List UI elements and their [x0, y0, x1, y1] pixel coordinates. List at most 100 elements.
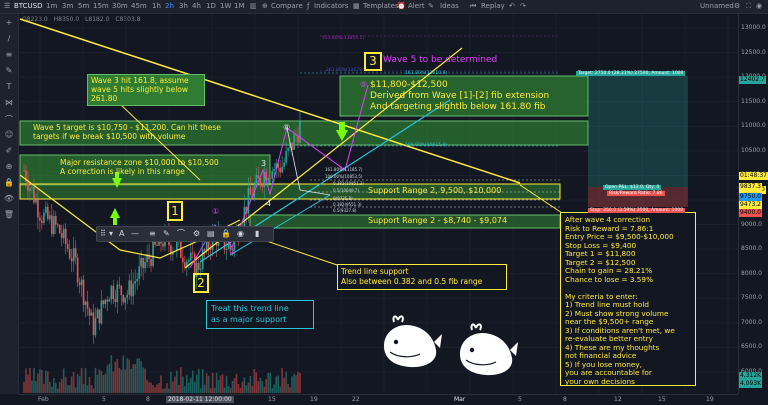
camera-icon[interactable]: ◉: [756, 1, 762, 12]
candle-body: [31, 187, 33, 188]
interval-1m[interactable]: 1m: [46, 1, 57, 12]
zoom-tool-icon[interactable]: ⊕: [3, 162, 15, 171]
eye-tool-icon[interactable]: 👁: [3, 194, 15, 203]
candle-body: [54, 216, 57, 225]
settings-icon[interactable]: ⚙: [734, 1, 740, 12]
candle-body: [243, 206, 246, 227]
interval-1mo[interactable]: 1M: [234, 1, 245, 12]
replay-button[interactable]: Replay: [481, 1, 505, 12]
volume-bar: [271, 388, 274, 393]
alert-icon[interactable]: ⏰: [397, 1, 406, 12]
visibility-icon[interactable]: ◉: [237, 228, 244, 239]
symbol-label[interactable]: BTCUSD: [14, 1, 43, 12]
interval-45m[interactable]: 45m: [131, 1, 147, 12]
pattern-tool-icon[interactable]: ⋈: [3, 98, 15, 107]
interval-15m[interactable]: 15m: [93, 1, 109, 12]
ideas-icon[interactable]: ✎: [428, 1, 434, 12]
volume-bar: [118, 367, 121, 393]
interval-2h[interactable]: 2h: [165, 1, 174, 12]
support-trendline-3: [229, 194, 331, 256]
menu-icon[interactable]: ☰: [4, 1, 10, 12]
interval-30m[interactable]: 30m: [112, 1, 128, 12]
interval-4h[interactable]: 4h: [192, 1, 201, 12]
price-tag: 4,093K: [739, 380, 763, 388]
compare-icon[interactable]: ⊕: [262, 1, 268, 12]
ruler-tool-icon[interactable]: ✐: [3, 146, 15, 155]
volume-bar: [281, 367, 283, 393]
line-color-icon[interactable]: —: [131, 228, 139, 239]
candle-body: [92, 312, 95, 336]
interval-3m[interactable]: 3m: [62, 1, 73, 12]
templates-button[interactable]: Templates: [363, 1, 399, 12]
volume-bar: [267, 372, 270, 393]
replay-icon[interactable]: ⏮: [470, 1, 476, 12]
candle-body: [132, 283, 135, 297]
time-axis[interactable]: Feb 5 8 2018-02-11 12:00:00 15 19 22 Mar…: [18, 394, 738, 405]
prediction-tool-icon[interactable]: ⌒: [3, 114, 15, 125]
interval-1w[interactable]: 1W: [220, 1, 231, 12]
fib-label-100: 100.00%(10615.9): [405, 143, 448, 148]
trendline-tool-icon[interactable]: /: [3, 34, 15, 43]
candle-body: [259, 178, 262, 186]
line-width-icon[interactable]: ≡: [149, 228, 156, 239]
emoji-tool-icon[interactable]: ☺: [3, 130, 15, 139]
alert-button[interactable]: Alert: [408, 1, 425, 12]
volume-bar: [33, 368, 35, 393]
volume-bar: [35, 381, 37, 393]
drag-handle-icon[interactable]: ⠿: [100, 228, 106, 239]
candle-body: [126, 294, 129, 298]
pencil-icon[interactable]: ✎: [163, 228, 170, 239]
candle-body: [182, 257, 184, 263]
text-tool-icon[interactable]: T: [3, 82, 15, 91]
xtick-cursor: 2018-02-11 12:00:00: [166, 396, 234, 403]
candle-body: [255, 175, 258, 187]
position-ratio-label: Risk/Reward Ratio: 7.86: [607, 191, 665, 196]
position-target-label: Target: 2750.0 (28.21%) 27500, Amount: 1…: [576, 71, 686, 76]
crosshair-tool-icon[interactable]: +: [3, 18, 15, 27]
interval-3h[interactable]: 3h: [179, 1, 188, 12]
candle-body: [283, 162, 285, 167]
lock-tool-icon[interactable]: 🔒: [3, 178, 15, 187]
candle-body: [47, 206, 49, 220]
template-icon[interactable]: ▤: [207, 228, 215, 239]
wave5-label: Wave 5 to be determined: [383, 55, 498, 65]
drawing-toolbar: + / ≡ ✎ T ⋈ ⌒ ☺ ✐ ⊕ 🔒 👁 🗑: [0, 14, 19, 394]
ideas-button[interactable]: Ideas: [440, 1, 459, 12]
color-icon[interactable]: A: [119, 228, 124, 239]
fib-tool-icon[interactable]: ≡: [3, 50, 15, 59]
trash-tool-icon[interactable]: 🗑: [3, 210, 15, 219]
volume-bar: [213, 387, 216, 393]
lock-icon[interactable]: 🔒: [221, 228, 231, 239]
redo-icon[interactable]: ↷: [520, 1, 526, 12]
indicators-icon[interactable]: ƒ: [307, 1, 309, 12]
settings-icon-2[interactable]: ⚙: [193, 228, 200, 239]
interval-1h[interactable]: 1h: [152, 1, 161, 12]
templates-icon[interactable]: ▦: [353, 1, 360, 12]
volume-bar: [41, 369, 43, 393]
interval-5m[interactable]: 5m: [78, 1, 89, 12]
fullscreen-icon[interactable]: ⛶: [746, 1, 751, 12]
volume-bar: [39, 369, 41, 393]
volume-bar: [142, 367, 144, 393]
volume-bar: [275, 376, 277, 393]
candle-body: [78, 282, 81, 286]
brush-icon[interactable]: ⌒: [177, 228, 185, 239]
brush-tool-icon[interactable]: ✎: [3, 66, 15, 75]
volume-bar: [257, 381, 260, 393]
layout-name[interactable]: Unnamed: [700, 1, 734, 12]
indicators-button[interactable]: Indicators: [314, 1, 349, 12]
candle-body: [263, 171, 266, 187]
whale-icon-2: [460, 323, 518, 376]
candle-body: [64, 228, 67, 244]
xtick-mar12: 12: [614, 396, 622, 403]
ytick-label: 9000.0: [741, 220, 762, 228]
bar-type-icon[interactable]: ▥: [250, 1, 257, 12]
volume-bar: [285, 371, 287, 393]
volume-bar: [170, 371, 172, 393]
line-style-icon[interactable]: ▾: [109, 228, 113, 239]
ytick-label: 11000.0: [741, 122, 766, 130]
interval-1d[interactable]: 1D: [206, 1, 216, 12]
delete-icon[interactable]: ▮: [255, 228, 259, 239]
compare-button[interactable]: Compare: [271, 1, 303, 12]
undo-icon[interactable]: ↶: [509, 1, 515, 12]
